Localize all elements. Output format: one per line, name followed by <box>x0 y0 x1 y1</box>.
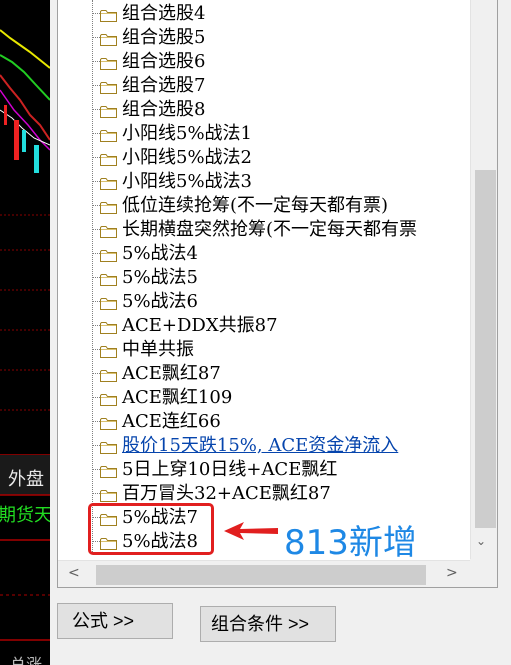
bottom-label: 总涨 <box>10 655 43 665</box>
horizontal-scroll-thumb[interactable] <box>96 565 426 585</box>
scroll-corner <box>470 559 497 587</box>
folder-icon <box>100 463 117 478</box>
folder-icon <box>100 439 117 454</box>
folder-icon <box>100 415 117 430</box>
folder-icon <box>100 199 117 214</box>
tree-item-label: ACE连红66 <box>122 411 221 432</box>
formula-tree[interactable]: 组合选股4 组合选股5 组合选股6 组合选股7 组合选股8 小阳线5%战法1 小阳线5%战法… <box>57 0 498 588</box>
combo-condition-button[interactable]: 组合条件 >> <box>200 606 336 642</box>
annotation-text: 813新增 <box>284 523 417 563</box>
folder-icon <box>100 223 117 238</box>
tree-item-label: 小阳线5%战法2 <box>122 147 253 168</box>
folder-icon <box>100 151 117 166</box>
tree-item-label: ACE飘红87 <box>122 363 221 384</box>
vertical-scrollbar[interactable]: ⌄ <box>470 0 497 559</box>
tree-item-label: 5日上穿10日线+ACE飘红 <box>122 459 338 480</box>
tree-item-label: ACE飘红109 <box>122 387 233 408</box>
chevron-down-icon[interactable]: ⌄ <box>476 534 486 548</box>
folder-icon <box>100 271 117 286</box>
folder-icon <box>100 127 117 142</box>
tree-item-label: ACE+DDX共振87 <box>122 315 278 336</box>
folder-icon <box>100 343 117 358</box>
tree-item-label: 股价15天跌15%, ACE资金净流入 <box>122 435 399 456</box>
horizontal-scrollbar[interactable]: < > <box>58 560 470 587</box>
tree-item-label: 5%战法5 <box>122 267 199 288</box>
folder-icon <box>100 391 117 406</box>
formula-dialog: 组合选股4 组合选股5 组合选股6 组合选股7 组合选股8 小阳线5%战法1 小阳线5%战法… <box>50 0 511 665</box>
tree-item-label: 长期横盘突然抢筹(不一定每天都有票 <box>122 219 418 240</box>
outer-label: 外盘 <box>8 469 44 490</box>
tree-item-label: 组合选股8 <box>122 99 206 120</box>
vertical-scroll-thumb[interactable] <box>475 170 496 528</box>
chevron-right-icon[interactable]: > <box>446 565 458 581</box>
folder-icon <box>100 319 117 334</box>
folder-icon <box>100 367 117 382</box>
folder-icon <box>100 31 117 46</box>
folder-icon <box>100 7 117 22</box>
arrow-left-icon <box>224 522 278 540</box>
futures-label: 期货天 <box>0 505 50 526</box>
folder-icon <box>100 295 117 310</box>
chart-lines <box>0 29 50 641</box>
tree-item-label: 低位连续抢筹(不一定每天都有票) <box>122 195 389 216</box>
folder-icon <box>100 487 117 502</box>
tree-item-label: 组合选股4 <box>122 3 206 24</box>
stock-chart-strip: 外盘 期货天 总涨 <box>0 0 50 665</box>
chevron-left-icon[interactable]: < <box>68 565 80 581</box>
folder-icon <box>100 247 117 262</box>
tree-item-label: 5%战法4 <box>122 243 199 264</box>
folder-icon <box>100 175 117 190</box>
folder-icon <box>100 103 117 118</box>
tree-item-label: 5%战法6 <box>122 291 199 312</box>
highlight-box <box>88 503 214 555</box>
tree-item-label: 组合选股6 <box>122 51 206 72</box>
tree-item-label: 小阳线5%战法1 <box>122 123 253 144</box>
tree-item-label: 组合选股7 <box>122 75 206 96</box>
tree-item-label: 中单共振 <box>122 339 194 360</box>
tree-item-label: 小阳线5%战法3 <box>122 171 253 192</box>
formula-button[interactable]: 公式 >> <box>57 603 173 639</box>
folder-icon <box>100 55 117 70</box>
tree-item-label: 组合选股5 <box>122 27 206 48</box>
folder-icon <box>100 79 117 94</box>
